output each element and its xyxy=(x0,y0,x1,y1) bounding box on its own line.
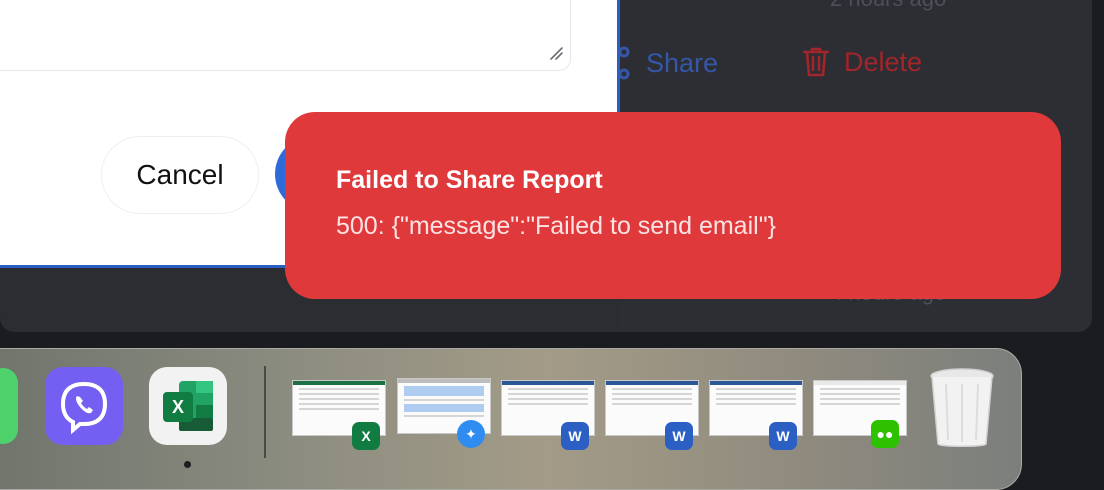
report-timestamp: 2 hours ago xyxy=(830,0,946,12)
excel-badge-icon: X xyxy=(352,422,380,450)
word-window-thumbnail[interactable]: W xyxy=(501,380,595,450)
viber-icon[interactable] xyxy=(45,367,123,445)
wechat-window-thumbnail[interactable]: ●● xyxy=(813,380,907,448)
safari-badge-icon: ✦ xyxy=(457,420,485,448)
svg-text:X: X xyxy=(172,397,184,417)
error-toast: Failed to Share Report 500: {"message":"… xyxy=(285,112,1061,299)
cancel-button[interactable]: Cancel xyxy=(101,136,259,214)
delete-label: Delete xyxy=(844,46,923,77)
wechat-badge-icon: ●● xyxy=(871,420,899,448)
word-badge-icon: W xyxy=(561,422,589,450)
safari-window-thumbnail[interactable]: ✦ xyxy=(397,378,491,448)
word-badge-icon: W xyxy=(665,422,693,450)
excel-icon[interactable]: X xyxy=(149,367,227,445)
resize-handle-icon[interactable] xyxy=(548,45,564,66)
trash-icon xyxy=(802,46,830,78)
share-button[interactable]: Share xyxy=(616,46,718,80)
trash-icon[interactable] xyxy=(928,366,996,450)
dock-divider xyxy=(264,366,266,458)
word-window-thumbnail[interactable]: W xyxy=(605,380,699,450)
excel-window-thumbnail[interactable]: X xyxy=(292,380,386,450)
messages-icon[interactable] xyxy=(0,368,18,444)
message-textarea[interactable] xyxy=(0,0,571,71)
delete-button[interactable]: Delete xyxy=(802,46,922,78)
toast-title: Failed to Share Report xyxy=(336,166,603,194)
word-window-thumbnail[interactable]: W xyxy=(709,380,803,450)
running-indicator xyxy=(184,461,191,468)
share-label: Share xyxy=(646,47,719,78)
toast-message: 500: {"message":"Failed to send email"} xyxy=(336,212,776,240)
word-badge-icon: W xyxy=(769,422,797,450)
